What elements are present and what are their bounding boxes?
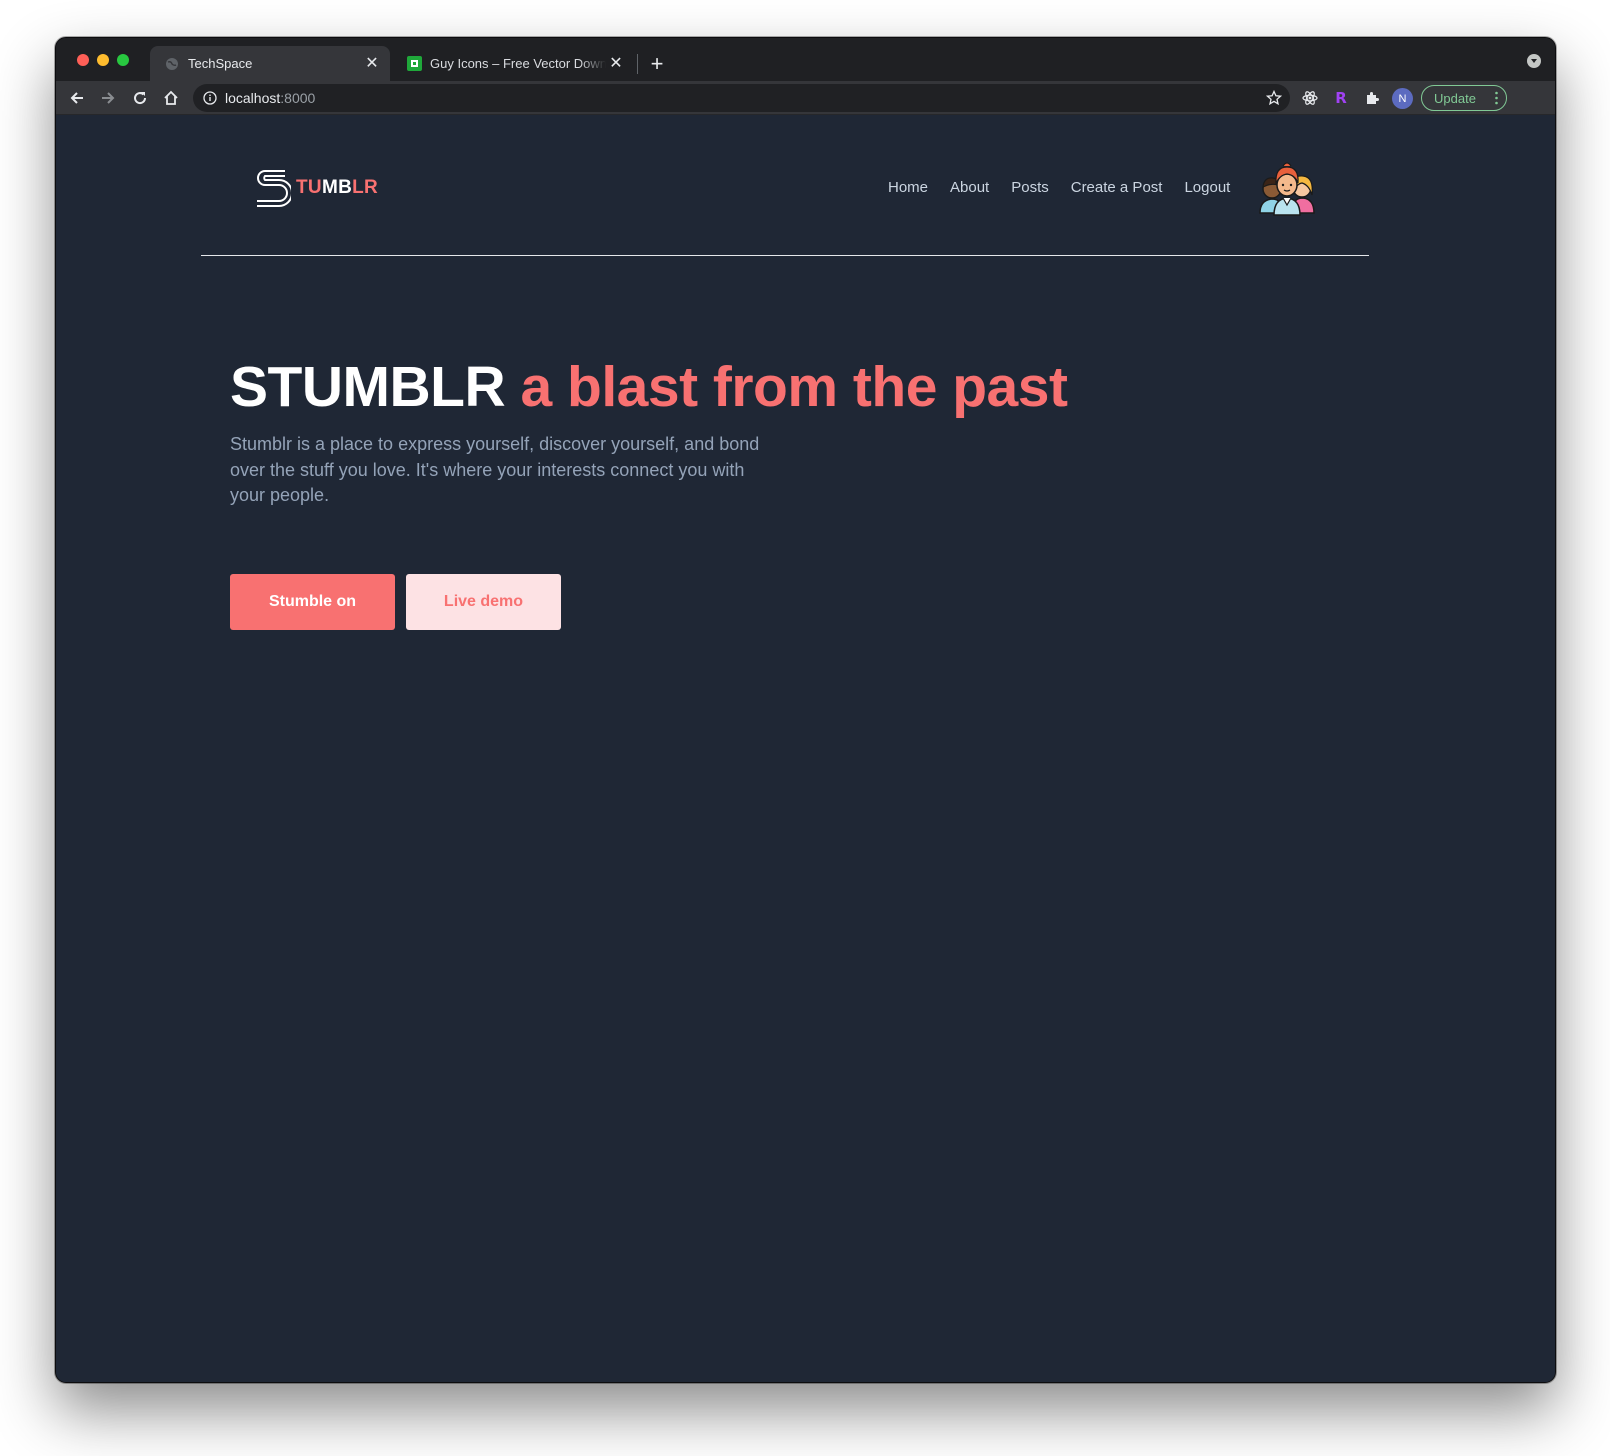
url-text: localhost:8000 bbox=[225, 90, 316, 106]
browser-toolbar: localhost:8000 R N Update bbox=[56, 81, 1555, 115]
more-vertical-icon bbox=[1495, 91, 1498, 105]
bookmark-star-icon[interactable] bbox=[1266, 90, 1282, 106]
arrow-right-icon bbox=[102, 92, 115, 104]
header-divider bbox=[201, 255, 1369, 256]
new-tab-button[interactable]: + bbox=[643, 50, 671, 78]
logo-text: TUMBLR bbox=[296, 177, 379, 198]
home-icon bbox=[164, 90, 178, 105]
live-demo-button[interactable]: Live demo bbox=[406, 574, 561, 630]
address-bar[interactable]: localhost:8000 bbox=[193, 84, 1290, 112]
hero-title: STUMBLR a blast from the past bbox=[230, 354, 1068, 420]
back-button[interactable] bbox=[64, 85, 90, 111]
close-tab-icon[interactable]: ✕ bbox=[362, 54, 382, 74]
user-avatar[interactable] bbox=[1256, 157, 1318, 219]
nav-logout[interactable]: Logout bbox=[1184, 179, 1230, 196]
forward-button[interactable] bbox=[95, 85, 121, 111]
globe-icon bbox=[164, 56, 180, 72]
tab-bar: TechSpace ✕ Guy Icons – Free Vector Down… bbox=[56, 38, 1555, 81]
close-window-button[interactable] bbox=[77, 54, 89, 66]
tab-title: TechSpace bbox=[188, 56, 253, 71]
r-extension-icon[interactable]: R bbox=[1331, 88, 1351, 108]
nav-create-post[interactable]: Create a Post bbox=[1071, 179, 1163, 196]
stumble-on-button[interactable]: Stumble on bbox=[230, 574, 395, 630]
nav-posts[interactable]: Posts bbox=[1011, 179, 1049, 196]
nav-home[interactable]: Home bbox=[888, 179, 928, 196]
tab-separator bbox=[637, 54, 638, 74]
tab-search-icon[interactable] bbox=[1527, 54, 1541, 68]
info-icon bbox=[203, 91, 217, 105]
update-button[interactable]: Update bbox=[1421, 85, 1507, 111]
profile-avatar[interactable]: N bbox=[1392, 88, 1413, 109]
freepik-icon bbox=[406, 56, 422, 72]
stumblr-logo-icon bbox=[257, 170, 291, 207]
extensions-puzzle-icon[interactable] bbox=[1362, 88, 1382, 108]
update-label: Update bbox=[1434, 90, 1476, 106]
page-content: TUMBLR Home About Posts Create a Post Lo… bbox=[56, 116, 1555, 1382]
close-tab-icon[interactable]: ✕ bbox=[606, 54, 626, 74]
tab-techspace[interactable]: TechSpace ✕ bbox=[150, 46, 390, 81]
hero-title-brand: STUMBLR bbox=[230, 355, 506, 419]
reload-button[interactable] bbox=[127, 85, 153, 111]
group-avatar-icon bbox=[1259, 162, 1315, 216]
reload-icon bbox=[134, 92, 147, 105]
main-nav: Home About Posts Create a Post Logout bbox=[888, 179, 1252, 196]
hero-description: Stumblr is a place to express yourself, … bbox=[230, 434, 760, 505]
hero-title-tagline: a blast from the past bbox=[520, 355, 1068, 419]
minimize-window-button[interactable] bbox=[97, 54, 109, 66]
tab-title: Guy Icons – Free Vector Download bbox=[430, 56, 606, 71]
home-button[interactable] bbox=[158, 85, 184, 111]
tab-guy-icons[interactable]: Guy Icons – Free Vector Download ✕ bbox=[394, 46, 634, 81]
site-logo[interactable]: TUMBLR bbox=[253, 165, 378, 211]
browser-window: TechSpace ✕ Guy Icons – Free Vector Down… bbox=[55, 37, 1556, 1383]
maximize-window-button[interactable] bbox=[117, 54, 129, 66]
react-devtools-icon[interactable] bbox=[1300, 88, 1320, 108]
arrow-left-icon bbox=[70, 92, 83, 104]
nav-about[interactable]: About bbox=[950, 179, 989, 196]
